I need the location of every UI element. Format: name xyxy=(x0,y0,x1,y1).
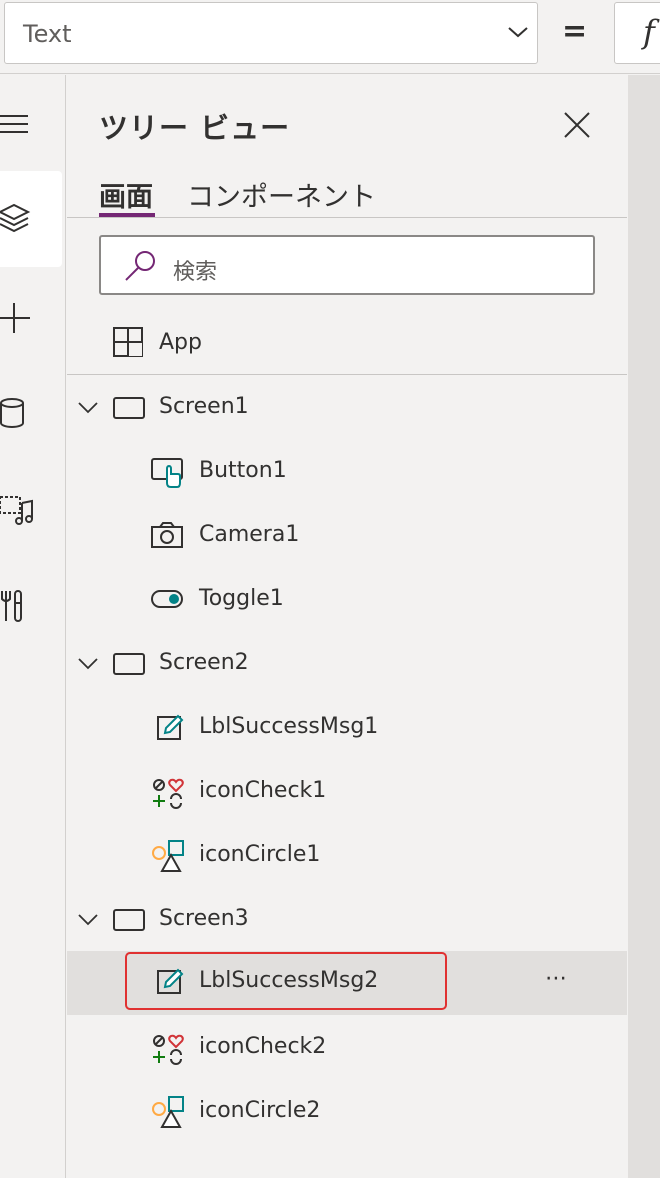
tree-item-label: Screen3 xyxy=(159,906,249,931)
label-edit-icon xyxy=(157,714,184,740)
tree-item-label: Button1 xyxy=(199,458,287,483)
tree-item-label: iconCheck1 xyxy=(199,778,327,803)
tree-item-label: Camera1 xyxy=(199,522,300,547)
shapes-icon xyxy=(152,1096,184,1128)
tools-icon xyxy=(1,590,22,622)
screen-icon xyxy=(113,397,145,419)
chevron-down-icon[interactable] xyxy=(77,401,99,415)
tree-item-screen3[interactable]: Screen3 xyxy=(67,889,627,953)
shapes-icon xyxy=(152,840,184,872)
more-options-button[interactable]: ⋯ xyxy=(545,966,569,991)
tree-item-toggle1[interactable]: Toggle1 xyxy=(67,569,627,633)
tree-item-label: iconCircle1 xyxy=(199,842,321,867)
tab-components[interactable]: コンポーネント xyxy=(187,175,376,214)
camera-icon xyxy=(151,522,183,548)
toggle-icon xyxy=(151,590,183,608)
panel-title: ツリー ビュー xyxy=(99,111,291,145)
rail-media-button[interactable] xyxy=(0,481,64,537)
icon-control-icon xyxy=(153,778,184,809)
rail-insert-button[interactable] xyxy=(0,289,64,345)
button-control-icon xyxy=(151,458,183,488)
tree-item-label: App xyxy=(159,330,202,355)
tree-item-app[interactable]: App xyxy=(67,313,627,377)
tree-item-iconcircle2[interactable]: iconCircle2 xyxy=(67,1081,627,1145)
search-icon xyxy=(125,251,155,281)
property-dropdown-value: Text xyxy=(23,20,72,48)
tree-item-iconcircle1[interactable]: iconCircle1 xyxy=(67,825,627,889)
tree-item-screen1[interactable]: Screen1 xyxy=(67,377,627,441)
rail-advanced-tools-button[interactable] xyxy=(0,577,64,633)
tree-item-button1[interactable]: Button1 xyxy=(67,441,627,505)
tree-item-label: Screen2 xyxy=(159,650,249,675)
left-rail xyxy=(0,75,66,1178)
canvas-edge xyxy=(628,75,660,1178)
icon-control-icon xyxy=(153,1034,184,1065)
plus-icon xyxy=(0,303,30,333)
formula-bar: Text = f xyxy=(0,0,660,74)
media-icon xyxy=(0,496,33,525)
screen-icon xyxy=(113,909,145,931)
tree-item-iconcheck2[interactable]: iconCheck2 xyxy=(67,1017,627,1081)
tree-item-label: iconCircle2 xyxy=(199,1098,321,1123)
equals-sign: = xyxy=(562,14,588,49)
layers-icon xyxy=(0,203,31,233)
property-dropdown[interactable]: Text xyxy=(4,2,538,64)
tree-item-iconcheck1[interactable]: iconCheck1 xyxy=(67,761,627,825)
rail-data-button[interactable] xyxy=(0,385,64,441)
chevron-down-icon[interactable] xyxy=(77,913,99,927)
app-grid-icon xyxy=(113,327,143,357)
tree-item-label: iconCheck2 xyxy=(199,1034,327,1059)
tabs-divider xyxy=(67,217,627,218)
rail-menu-button[interactable] xyxy=(0,99,64,155)
search-placeholder: 検索 xyxy=(173,260,218,285)
tree-item-lblsuccessmsg1[interactable]: LblSuccessMsg1 xyxy=(67,697,627,761)
selection-highlight-box xyxy=(125,952,447,1010)
chevron-down-icon xyxy=(508,27,528,38)
app-divider xyxy=(67,374,627,375)
tree-item-camera1[interactable]: Camera1 xyxy=(67,505,627,569)
screen-icon xyxy=(113,653,145,675)
fx-icon: f xyxy=(643,13,655,51)
tree-item-label: Toggle1 xyxy=(199,586,284,611)
tab-screens[interactable]: 画面 xyxy=(99,175,153,214)
chevron-down-icon[interactable] xyxy=(77,657,99,671)
tree-view-panel: ツリー ビュー 画面 コンポーネント 検索 App Screen1 Button… xyxy=(67,75,627,1178)
tree-item-label: LblSuccessMsg1 xyxy=(199,714,379,739)
fx-button[interactable]: f xyxy=(614,2,660,64)
close-icon[interactable] xyxy=(559,107,595,143)
search-input[interactable]: 検索 xyxy=(99,235,595,295)
tree-item-screen2[interactable]: Screen2 xyxy=(67,633,627,697)
rail-tree-view-button[interactable] xyxy=(0,191,64,247)
hamburger-menu-icon xyxy=(0,115,28,133)
database-icon xyxy=(0,398,24,428)
tree-item-label: Screen1 xyxy=(159,394,249,419)
